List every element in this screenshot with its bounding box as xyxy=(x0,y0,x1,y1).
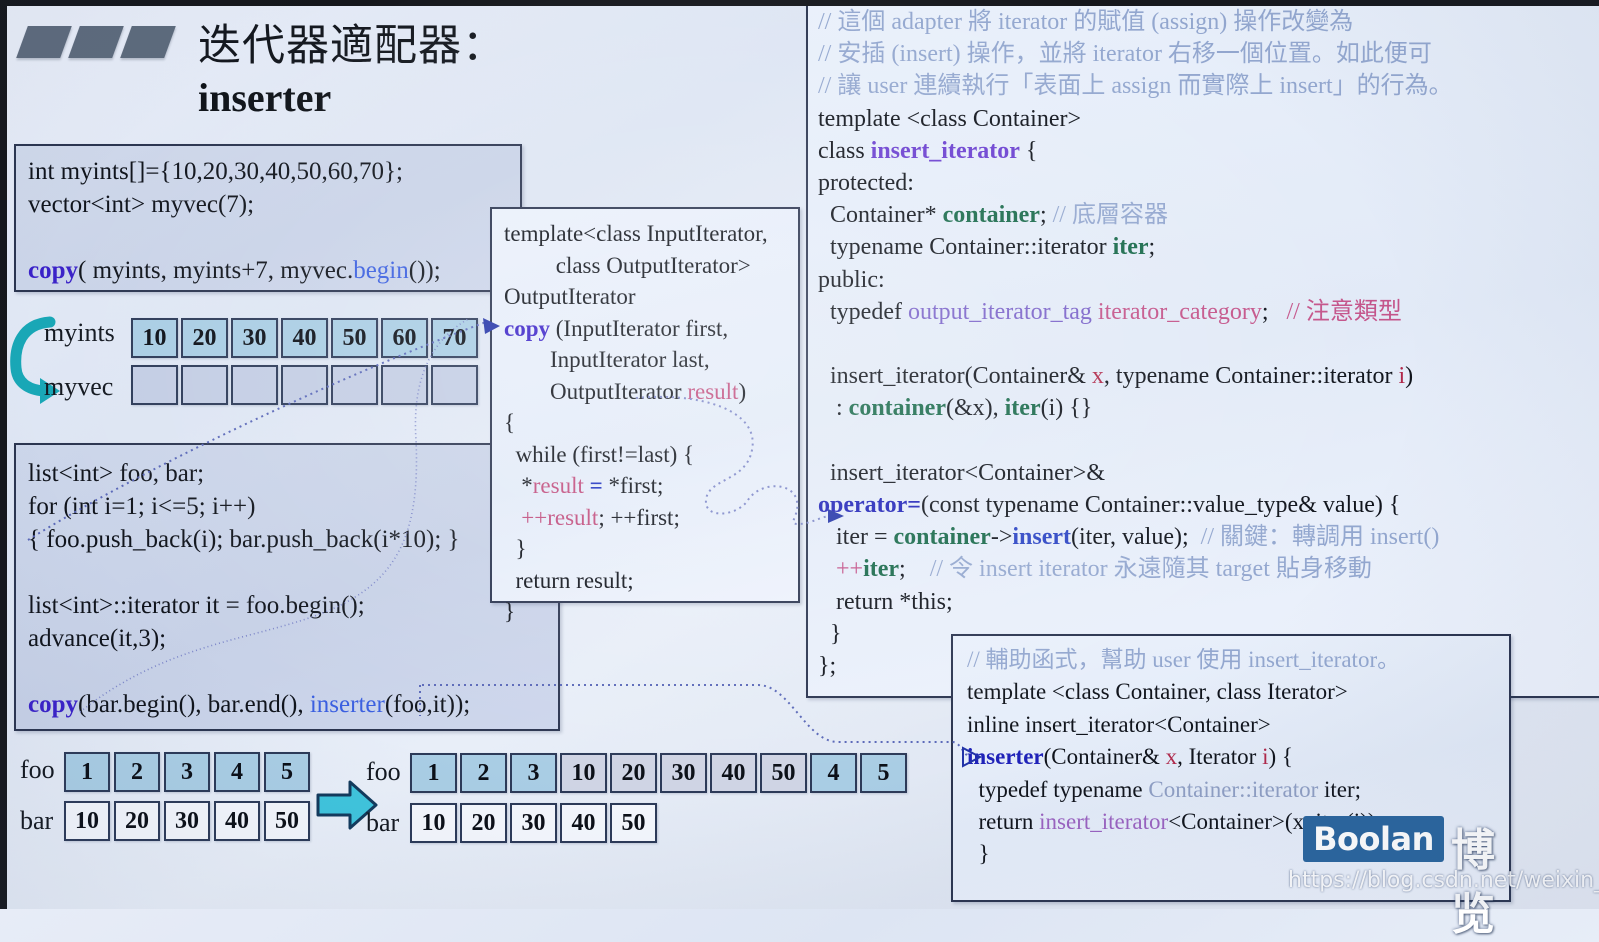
array-cell: 20 xyxy=(181,318,228,358)
array-cell: 70 xyxy=(431,318,478,358)
foo-before-label: foo xyxy=(20,755,55,784)
array-cell xyxy=(281,365,328,405)
boolan-logo: Boolan xyxy=(1303,816,1444,862)
array-cell: 5 xyxy=(860,753,907,793)
array-cell xyxy=(331,365,378,405)
bullet-parallelograms-icon xyxy=(16,26,176,60)
insert-iterator-class-box: // 這個 adapter 將 iterator 的賦值 (assign) 操作… xyxy=(806,0,1599,698)
array-cell: 40 xyxy=(214,801,260,841)
array-cell: 10 xyxy=(410,803,457,843)
array-cell: 3 xyxy=(164,752,210,792)
array-cell: 5 xyxy=(264,752,310,792)
array-cell: 50 xyxy=(331,318,378,358)
array-cell: 50 xyxy=(264,801,310,841)
bar-before-label: bar xyxy=(20,806,54,835)
page-title-en: inserter xyxy=(198,75,332,120)
array-cell: 30 xyxy=(231,318,278,358)
array-cell xyxy=(431,365,478,405)
array-cell: 30 xyxy=(510,803,557,843)
array-cell: 4 xyxy=(810,753,857,793)
myvec-label: myvec xyxy=(44,372,114,401)
boolan-logo-text: Boolan xyxy=(1313,820,1434,858)
array-cell: 50 xyxy=(760,753,807,793)
array-cell: 10 xyxy=(64,801,110,841)
array-cell: 10 xyxy=(560,753,607,793)
projector-left-edge xyxy=(0,0,7,909)
projector-top-edge xyxy=(0,0,1599,6)
array-cell: 10 xyxy=(131,318,178,358)
copy-algorithm-code-text: template<class InputIterator, class Outp… xyxy=(504,221,768,624)
copy-algorithm-code-box: template<class InputIterator, class Outp… xyxy=(490,207,800,624)
array-cell: 20 xyxy=(610,753,657,793)
array-cell: 50 xyxy=(610,803,657,843)
array-cell: 40 xyxy=(281,318,328,358)
array-cell xyxy=(381,365,428,405)
array-cell: 30 xyxy=(660,753,707,793)
list-foo-bar-code-box: list<int> foo, bar; for (int i=1; i<=5; … xyxy=(14,443,560,731)
page-title-cn: 迭代器適配器： xyxy=(198,21,506,71)
foo-after-label: foo xyxy=(366,757,401,786)
array-cell: 40 xyxy=(560,803,607,843)
bar-after-label: bar xyxy=(366,808,400,837)
array-cell xyxy=(181,365,228,405)
array-cell: 30 xyxy=(164,801,210,841)
array-cell: 1 xyxy=(410,753,457,793)
array-cell: 2 xyxy=(460,753,507,793)
myints-label: myints xyxy=(44,318,115,347)
watermark-url: https://blog.csdn.net/weixin_42979679 xyxy=(1288,868,1599,893)
declaration-code-box: int myints[]={10,20,30,40,50,60,70}; vec… xyxy=(14,144,522,292)
array-cell xyxy=(231,365,278,405)
array-cell: 20 xyxy=(114,801,160,841)
array-cell: 60 xyxy=(381,318,428,358)
declaration-code-text: int myints[]={10,20,30,40,50,60,70}; vec… xyxy=(28,158,441,284)
array-cell: 40 xyxy=(710,753,757,793)
array-cell: 3 xyxy=(510,753,557,793)
array-cell: 2 xyxy=(114,752,160,792)
array-cell xyxy=(131,365,178,405)
array-cell: 1 xyxy=(64,752,110,792)
insert-iterator-code-text: // 這個 adapter 將 iterator 的賦值 (assign) 操作… xyxy=(818,9,1453,680)
list-foo-bar-code-text: list<int> foo, bar; for (int i=1; i<=5; … xyxy=(28,460,471,718)
array-cell: 4 xyxy=(214,752,260,792)
array-cell: 20 xyxy=(460,803,507,843)
